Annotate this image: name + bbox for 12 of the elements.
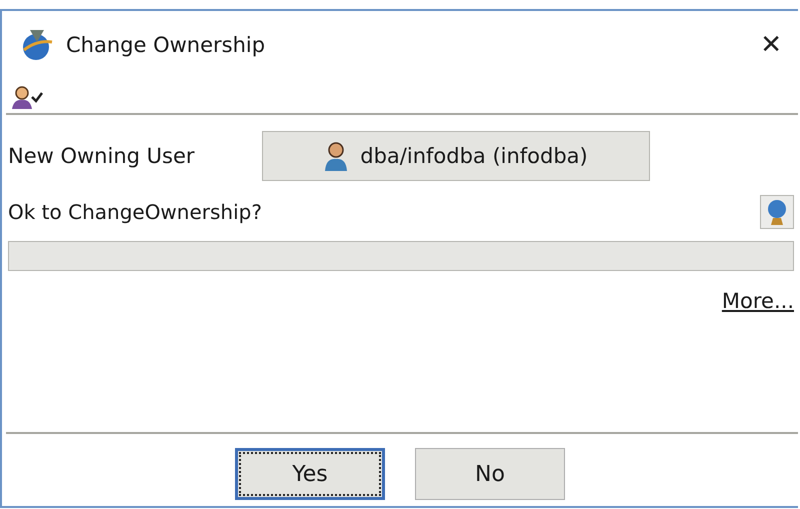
user-check-icon[interactable] xyxy=(10,85,44,109)
more-link[interactable]: More... xyxy=(722,289,794,313)
confirm-question: Ok to ChangeOwnership? xyxy=(8,200,262,224)
field-label: New Owning User xyxy=(8,144,196,168)
dialog-button[interactable]: No xyxy=(415,448,565,500)
globe-icon xyxy=(20,28,54,62)
user-icon xyxy=(324,141,348,171)
window-title: Change Ownership xyxy=(66,33,266,57)
globe-button[interactable] xyxy=(760,195,794,229)
user-button[interactable]: dba/infodba (infodba) xyxy=(262,131,650,181)
dialog-button[interactable]: Yes xyxy=(235,448,385,500)
close-button[interactable]: ✕ xyxy=(754,30,788,60)
